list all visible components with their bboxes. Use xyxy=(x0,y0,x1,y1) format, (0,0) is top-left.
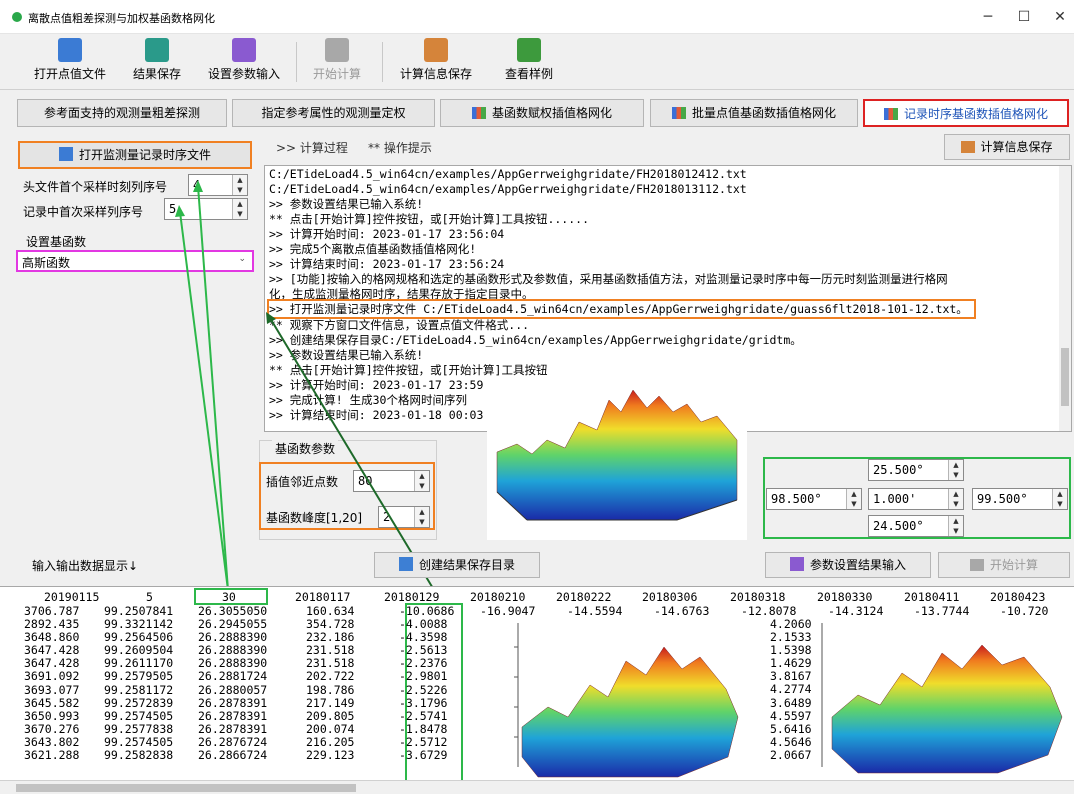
header-cell: 20180411 xyxy=(904,590,960,604)
column-3: 26.3055050 26.2945055 26.2888390 26.2888… xyxy=(198,604,268,763)
header-cell: 20180222 xyxy=(556,590,612,604)
parameter-icon xyxy=(789,557,804,571)
column-4: 160.634 354.728 232.186 231.518 231.518 … xyxy=(306,604,355,763)
header-cell: 20180117 xyxy=(295,590,351,604)
folder-icon xyxy=(398,557,413,571)
start-compute-bottom-button[interactable]: 开始计算 xyxy=(938,552,1070,578)
header-cell: 20180330 xyxy=(817,590,873,604)
column-2: 99.2507841 99.3321142 99.2564506 99.2609… xyxy=(104,604,174,763)
start-compute-bottom-label: 开始计算 xyxy=(989,558,1038,572)
column-9: 4.2060 2.1533 1.5398 1.4629 3.8167 4.277… xyxy=(770,617,812,762)
compute-icon xyxy=(969,559,984,571)
header-cell: 20180210 xyxy=(470,590,526,604)
create-dir-label: 创建结果保存目录 xyxy=(418,558,515,572)
surface-plot-image xyxy=(818,617,1068,785)
horizontal-scrollbar[interactable] xyxy=(0,780,1074,794)
header-cell: 5 xyxy=(146,590,153,604)
header-cell: 20180318 xyxy=(730,590,786,604)
param-input-button[interactable]: 参数设置结果输入 xyxy=(765,552,931,578)
header-cell: 30 xyxy=(222,590,236,604)
data-display-panel[interactable]: 20190115 5 30 20180117 20180129 20180210… xyxy=(0,586,1074,794)
param-input-label: 参数设置结果输入 xyxy=(809,558,906,572)
column-1: 3706.787 2892.435 3648.860 3647.428 3647… xyxy=(24,604,80,763)
surface-plot-image xyxy=(478,617,748,785)
create-dir-button[interactable]: 创建结果保存目录 xyxy=(374,552,540,578)
header-cell: 20180306 xyxy=(642,590,698,604)
io-display-label: 输入输出数据显示↓ xyxy=(32,559,139,573)
header-cell: 20190115 xyxy=(44,590,100,604)
column-5: -10.0686 -4.0088 -4.3598 -2.5613 -2.2376… xyxy=(399,604,455,763)
scrollbar-thumb[interactable] xyxy=(16,784,356,792)
header-cell: 20180423 xyxy=(990,590,1046,604)
